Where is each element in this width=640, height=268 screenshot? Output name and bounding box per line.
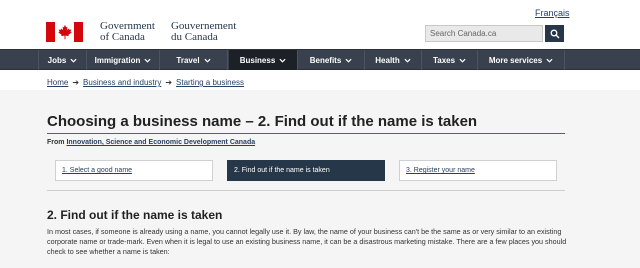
menu-item-jobs[interactable]: Jobs [38,50,87,70]
step-2-find-out-if-name-is-taken: 2. Find out if the name is taken [227,160,385,181]
department-link[interactable]: Innovation, Science and Economic Develop… [66,139,255,146]
section-heading: 2. Find out if the name is taken [47,208,223,222]
chevron-down-icon [345,58,352,63]
search-button[interactable] [545,25,564,42]
chevron-down-icon [546,58,553,63]
step-label[interactable]: 3. Register your name [406,167,475,174]
section-paragraph: In most cases, if someone is already usi… [47,227,567,256]
step-label[interactable]: 1. Select a good name [62,167,132,174]
chevron-down-icon [204,58,211,63]
section-divider [47,190,565,191]
menu-item-taxes[interactable]: Taxes [422,50,478,70]
arrow-right-icon: ➔ [72,78,80,87]
arrow-right-icon: ➔ [165,78,173,87]
canada-flag-icon [46,22,83,42]
menu-item-benefits[interactable]: Benefits [298,50,365,70]
chevron-down-icon [459,58,466,63]
language-toggle-link[interactable]: Français [535,8,570,18]
wordmark-french: Gouvernement du Canada [170,20,237,43]
site-search [425,25,564,42]
breadcrumb-home[interactable]: Home [47,78,68,87]
main-menu: Jobs Immigration Travel Business Benefit… [0,49,640,70]
step-label: 2. Find out if the name is taken [234,167,330,174]
search-input[interactable] [425,25,543,42]
step-1-select-a-good-name[interactable]: 1. Select a good name [55,160,213,181]
government-of-canada-signature[interactable]: Government of Canada Gouvernement du Can… [46,20,236,44]
menu-item-more-services[interactable]: More services [478,50,565,70]
chevron-down-icon [404,58,411,63]
menu-item-business[interactable]: Business [229,50,298,70]
menu-item-health[interactable]: Health [365,50,422,70]
chevron-down-icon [279,58,286,63]
page-title: Choosing a business name – 2. Find out i… [47,113,478,130]
chevron-down-icon [144,58,151,63]
from-label: From [47,139,65,146]
wordmark-english: Government of Canada [100,20,155,43]
menu-item-immigration[interactable]: Immigration [87,50,160,70]
from-department: From Innovation, Science and Economic De… [47,139,255,146]
menu-item-travel[interactable]: Travel [160,50,228,70]
breadcrumb: Home ➔ Business and industry ➔ Starting … [47,78,244,87]
chevron-down-icon [70,58,77,63]
step-3-register-your-name[interactable]: 3. Register your name [399,160,557,181]
search-icon [550,29,559,38]
title-underline [47,133,565,134]
breadcrumb-business-and-industry[interactable]: Business and industry [83,78,161,87]
breadcrumb-starting-a-business[interactable]: Starting a business [176,78,244,87]
